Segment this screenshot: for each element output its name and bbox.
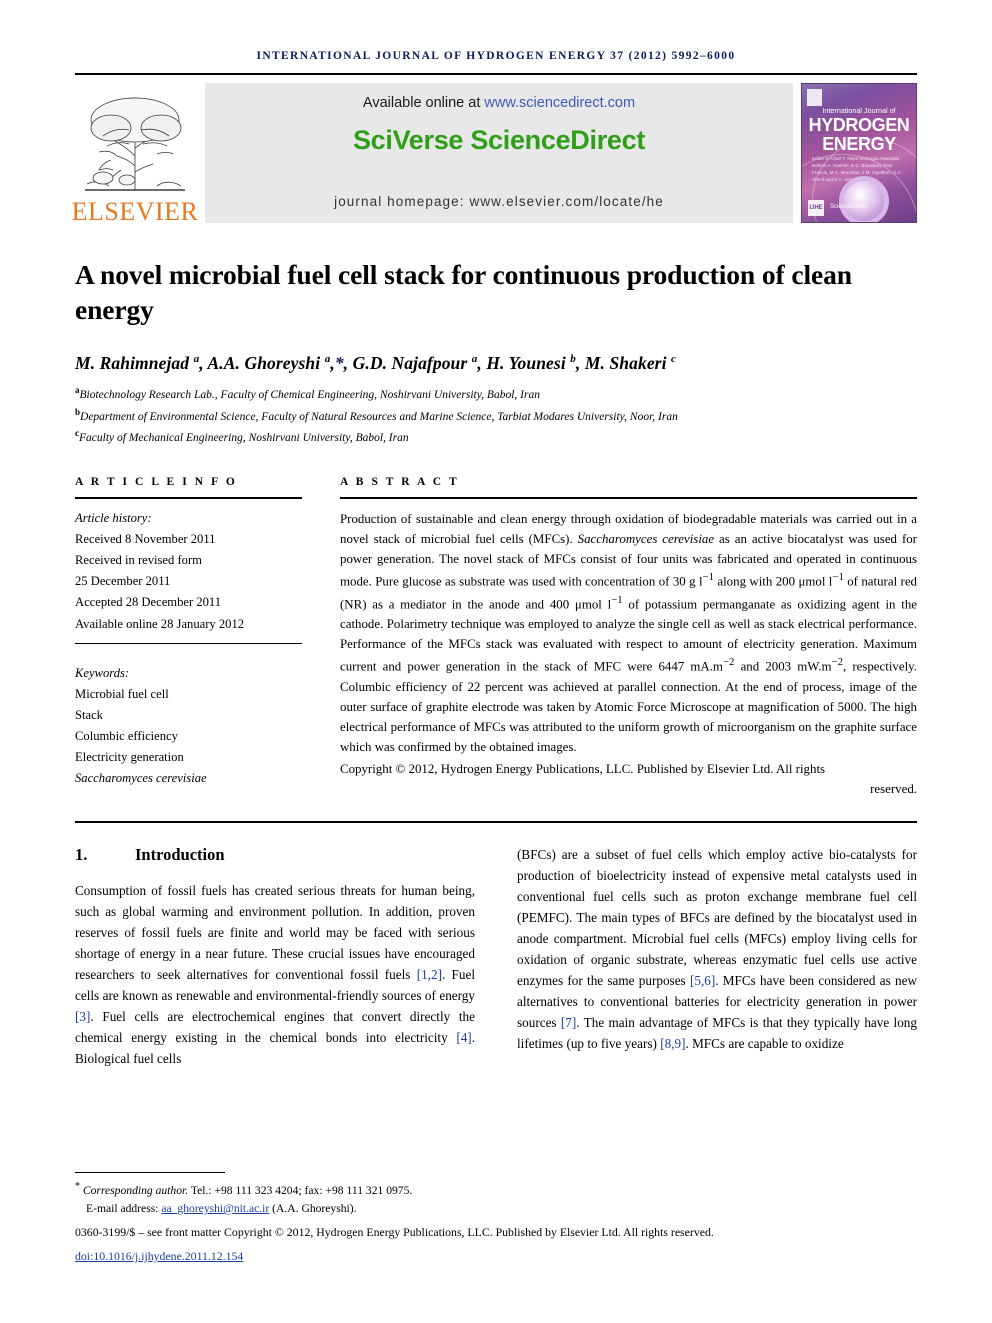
history-item: Accepted 28 December 2011 — [75, 595, 222, 610]
article-info-rule — [75, 496, 302, 499]
issn-copyright-line: 0360-3199/$ – see front matter Copyright… — [75, 1225, 714, 1240]
sciencedirect-banner: Available online at www.sciencedirect.co… — [205, 83, 793, 223]
abstract-rule — [340, 496, 917, 499]
affiliation-item: bDepartment of Environmental Science, Fa… — [75, 405, 917, 426]
keywords-block: Keywords: Microbial fuel cell Stack Colu… — [75, 663, 302, 790]
history-item: Received 8 November 2011 — [75, 531, 216, 546]
affiliation-list: aBiotechnology Research Lab., Faculty of… — [75, 383, 917, 447]
body-columns: 1. Introduction Consumption of fossil fu… — [75, 845, 917, 1069]
page-title: A novel microbial fuel cell stack for co… — [75, 259, 852, 326]
body-left-column: 1. Introduction Consumption of fossil fu… — [75, 845, 475, 1069]
email-suffix: (A.A. Ghoreyshi). — [269, 1202, 357, 1216]
footnote-rule — [75, 1171, 225, 1173]
keywords-rule — [75, 642, 302, 644]
abstract-column: A B S T R A C T Production of sustainabl… — [340, 476, 917, 800]
email-line: E-mail address: aa_ghoreyshi@nit.ac.ir (… — [75, 1200, 917, 1218]
cover-title-energy: ENERGY — [822, 134, 896, 154]
sciencedirect-url[interactable]: www.sciencedirect.com — [484, 95, 635, 111]
affiliation-text: Faculty of Mechanical Engineering, Noshi… — [79, 432, 409, 445]
cover-title-hydrogen: HYDROGEN — [808, 115, 910, 135]
intro-paragraph-left: Consumption of fossil fuels has created … — [75, 883, 475, 1066]
article-history-label: Article history: — [75, 510, 152, 525]
corresponding-author-note: * Corresponding author. Tel.: +98 111 32… — [75, 1179, 917, 1218]
history-item: Received in revised form — [75, 553, 202, 568]
body-right-column: (BFCs) are a subset of fuel cells which … — [517, 845, 917, 1069]
author-list: M. Rahimnejad a, A.A. Ghoreyshi a,*, G.D… — [75, 353, 677, 374]
body-column-gap — [475, 845, 517, 1069]
history-item: Available online 28 January 2012 — [75, 616, 245, 631]
cover-elsevier-icon — [807, 89, 822, 106]
elsevier-tree-icon — [81, 86, 189, 198]
abstract-text: Production of sustainable and clean ener… — [340, 511, 918, 754]
copyright-text: Copyright © 2012, Hydrogen Energy Public… — [340, 762, 826, 777]
email-label: E-mail address: — [86, 1202, 162, 1216]
section-divider-rule — [75, 821, 917, 824]
elsevier-wordmark: ELSEVIER — [71, 197, 199, 226]
info-abstract-block: A R T I C L E I N F O Article history: R… — [75, 476, 917, 800]
article-info-column: A R T I C L E I N F O Article history: R… — [75, 476, 302, 800]
keyword-item: Microbial fuel cell — [75, 686, 169, 701]
running-head: INTERNATIONAL JOURNAL OF HYDROGEN ENERGY… — [256, 50, 736, 62]
keywords-label: Keywords: — [75, 665, 130, 680]
sciverse-sciencedirect-logo[interactable]: SciVerse ScienceDirect — [353, 125, 645, 156]
keyword-item: Stack — [75, 707, 103, 722]
section-title: Introduction — [135, 845, 225, 865]
doi-link[interactable]: doi:10.1016/j.ijhydene.2011.12.154 — [75, 1249, 243, 1263]
corresponding-author-line: * Corresponding author. Tel.: +98 111 32… — [75, 1180, 413, 1197]
column-gap — [302, 476, 340, 800]
cover-ijhe-badge: IJHE — [808, 200, 824, 216]
article-page: INTERNATIONAL JOURNAL OF HYDROGEN ENERGY… — [0, 0, 992, 1323]
affiliation-item: aBiotechnology Research Lab., Faculty of… — [75, 383, 917, 404]
abstract-copyright: Copyright © 2012, Hydrogen Energy Public… — [340, 759, 917, 799]
journal-cover-thumbnail: International Journal of HYDROGEN ENERGY… — [801, 83, 917, 223]
available-online-line: Available online at www.sciencedirect.co… — [363, 95, 635, 111]
cover-sciencedirect-mark: ScienceDirect — [830, 204, 868, 211]
history-item: 25 December 2011 — [75, 574, 171, 589]
article-info-heading: A R T I C L E I N F O — [75, 475, 238, 488]
affiliation-item: cFaculty of Mechanical Engineering, Nosh… — [75, 426, 917, 447]
keyword-item: Electricity generation — [75, 750, 184, 765]
section-number: 1. — [75, 845, 88, 865]
available-online-text: Available online at — [362, 95, 485, 111]
page-footer: * Corresponding author. Tel.: +98 111 32… — [75, 1171, 917, 1265]
masthead: ELSEVIER Available online at www.science… — [72, 79, 917, 227]
affiliation-text: Department of Environmental Science, Fac… — [80, 410, 678, 423]
journal-homepage-line[interactable]: journal homepage: www.elsevier.com/locat… — [334, 194, 664, 209]
elsevier-logo: ELSEVIER — [72, 79, 198, 227]
doi-line: doi:10.1016/j.ijhydene.2011.12.154 — [75, 1247, 917, 1265]
header-rule — [75, 73, 917, 75]
abstract-heading: A B S T R A C T — [340, 475, 460, 488]
cover-footer: IJHE ScienceDirect — [808, 200, 910, 216]
cover-journal-prefix: International Journal of — [822, 106, 896, 115]
keyword-item: Saccharomyces cerevisiae — [75, 771, 207, 786]
section-heading-introduction: 1. Introduction — [75, 845, 475, 865]
article-history: Article history: Received 8 November 201… — [75, 508, 302, 635]
affiliation-text: Biotechnology Research Lab., Faculty of … — [79, 389, 540, 402]
copyright-reserved: reserved. — [870, 782, 917, 797]
intro-paragraph-right: (BFCs) are a subset of fuel cells which … — [517, 847, 917, 1051]
email-link[interactable]: aa_ghoreyshi@nit.ac.ir — [161, 1202, 269, 1215]
keyword-item: Columbic efficiency — [75, 729, 178, 744]
